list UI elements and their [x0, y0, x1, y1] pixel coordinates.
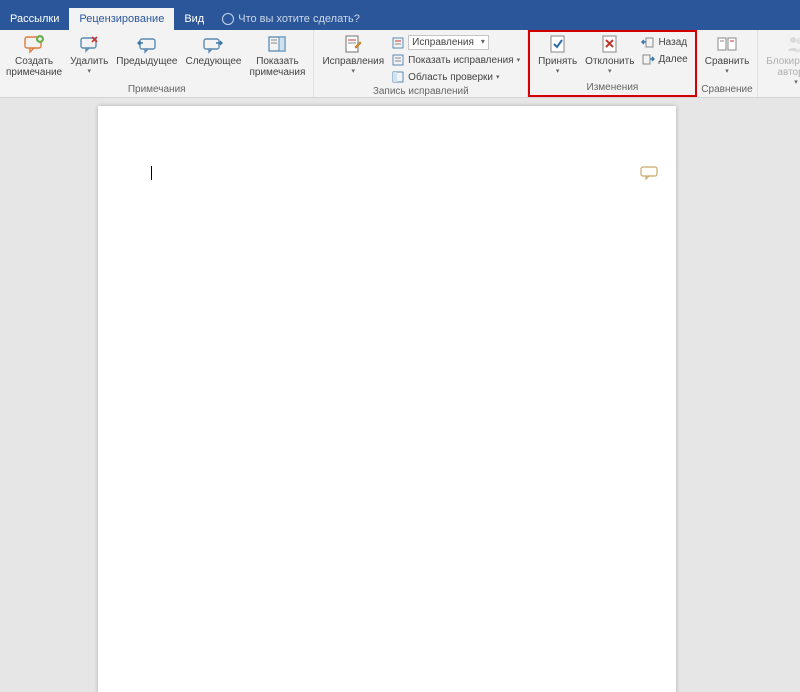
previous-comment-button[interactable]: Предыдущее: [112, 32, 181, 80]
previous-change-icon: [641, 35, 655, 49]
new-comment-button[interactable]: Создатьпримечание: [2, 32, 66, 80]
tell-me-search[interactable]: Что вы хотите сделать?: [214, 8, 368, 30]
group-changes-label: Изменения: [534, 81, 691, 95]
delete-comment-icon: [78, 34, 100, 54]
track-changes-label: Исправления: [322, 56, 384, 67]
previous-change-button[interactable]: Назад: [638, 34, 690, 50]
display-combo-value: Исправления: [408, 35, 489, 50]
dropdown-icon: ▾: [705, 68, 750, 76]
accept-button[interactable]: Принять▾: [534, 32, 581, 80]
text-cursor: [151, 166, 152, 180]
next-comment-button[interactable]: Следующее: [181, 32, 245, 80]
dropdown-icon: ▾: [585, 68, 634, 76]
reject-label: Отклонить: [585, 56, 634, 67]
next-change-label: Далее: [658, 54, 687, 65]
block-authors-icon: [785, 34, 800, 54]
dropdown-icon: ▾: [538, 68, 577, 76]
compare-button[interactable]: Сравнить▾: [701, 32, 754, 80]
tab-mailings[interactable]: Рассылки: [0, 8, 69, 30]
accept-label: Принять: [538, 56, 577, 67]
display-icon: [391, 36, 405, 50]
previous-comment-icon: [136, 34, 158, 54]
group-tracking: Исправления▾ Исправления Показать исправ…: [314, 30, 528, 97]
tab-bar: Рассылки Рецензирование Вид Что вы хотит…: [0, 8, 800, 30]
show-markup-icon: [391, 53, 405, 67]
compare-icon: [716, 34, 738, 54]
track-changes-icon: [342, 34, 364, 54]
compare-label: Сравнить: [705, 56, 750, 67]
next-change-icon: [641, 52, 655, 66]
group-comments: Создатьпримечание Удалить▾ Предыдущее Сл…: [0, 30, 314, 97]
new-comment-icon: [23, 34, 45, 54]
comment-indicator-icon[interactable]: [640, 166, 658, 180]
previous-change-label: Назад: [658, 37, 687, 48]
next-comment-label: Следующее: [185, 56, 241, 78]
group-tracking-label: Запись исправлений: [318, 85, 523, 99]
dropdown-icon: ▾: [496, 73, 500, 81]
group-protect: Блокироватьавторов▾ Ограничитьредактиров…: [758, 30, 800, 97]
group-compare-label: Сравнение: [701, 83, 754, 97]
dropdown-icon: ▾: [70, 68, 108, 76]
reviewing-pane-label: Область проверки: [408, 72, 493, 83]
titlebar: [0, 0, 800, 8]
show-markup-button[interactable]: Показать исправления ▾: [388, 52, 523, 68]
delete-comment-button[interactable]: Удалить▾: [66, 32, 112, 80]
document-page[interactable]: [98, 106, 676, 692]
document-workspace: [0, 98, 800, 692]
show-comments-icon: [266, 34, 288, 54]
group-comments-label: Примечания: [4, 83, 309, 97]
delete-comment-label: Удалить: [70, 56, 108, 67]
track-changes-button[interactable]: Исправления▾: [318, 32, 388, 80]
reviewing-pane-icon: [391, 70, 405, 84]
tell-me-label: Что вы хотите сделать?: [238, 13, 360, 25]
reviewing-pane-button[interactable]: Область проверки ▾: [388, 69, 523, 85]
display-for-review-combo[interactable]: Исправления: [388, 34, 523, 51]
dropdown-icon: ▾: [322, 68, 384, 76]
dropdown-icon: ▾: [517, 56, 521, 64]
group-changes: Принять▾ Отклонить▾ Назад Далее Изменени…: [528, 30, 697, 97]
bulb-icon: [222, 13, 234, 25]
previous-comment-label: Предыдущее: [116, 56, 177, 78]
show-comments-label: Показатьпримечания: [249, 56, 305, 78]
group-compare: Сравнить▾ Сравнение: [697, 30, 759, 97]
block-authors-button: Блокироватьавторов▾: [762, 32, 800, 89]
ribbon: Создатьпримечание Удалить▾ Предыдущее Сл…: [0, 30, 800, 98]
show-markup-label: Показать исправления: [408, 55, 513, 66]
reject-button[interactable]: Отклонить▾: [581, 32, 638, 80]
dropdown-icon: ▾: [766, 79, 800, 87]
next-change-button[interactable]: Далее: [638, 51, 690, 67]
tab-view[interactable]: Вид: [174, 8, 214, 30]
new-comment-label: Создатьпримечание: [6, 56, 62, 78]
next-comment-icon: [202, 34, 224, 54]
tab-review[interactable]: Рецензирование: [69, 8, 174, 30]
accept-icon: [547, 34, 569, 54]
reject-icon: [599, 34, 621, 54]
block-authors-label: Блокироватьавторов: [766, 56, 800, 78]
show-comments-button[interactable]: Показатьпримечания: [245, 32, 309, 80]
